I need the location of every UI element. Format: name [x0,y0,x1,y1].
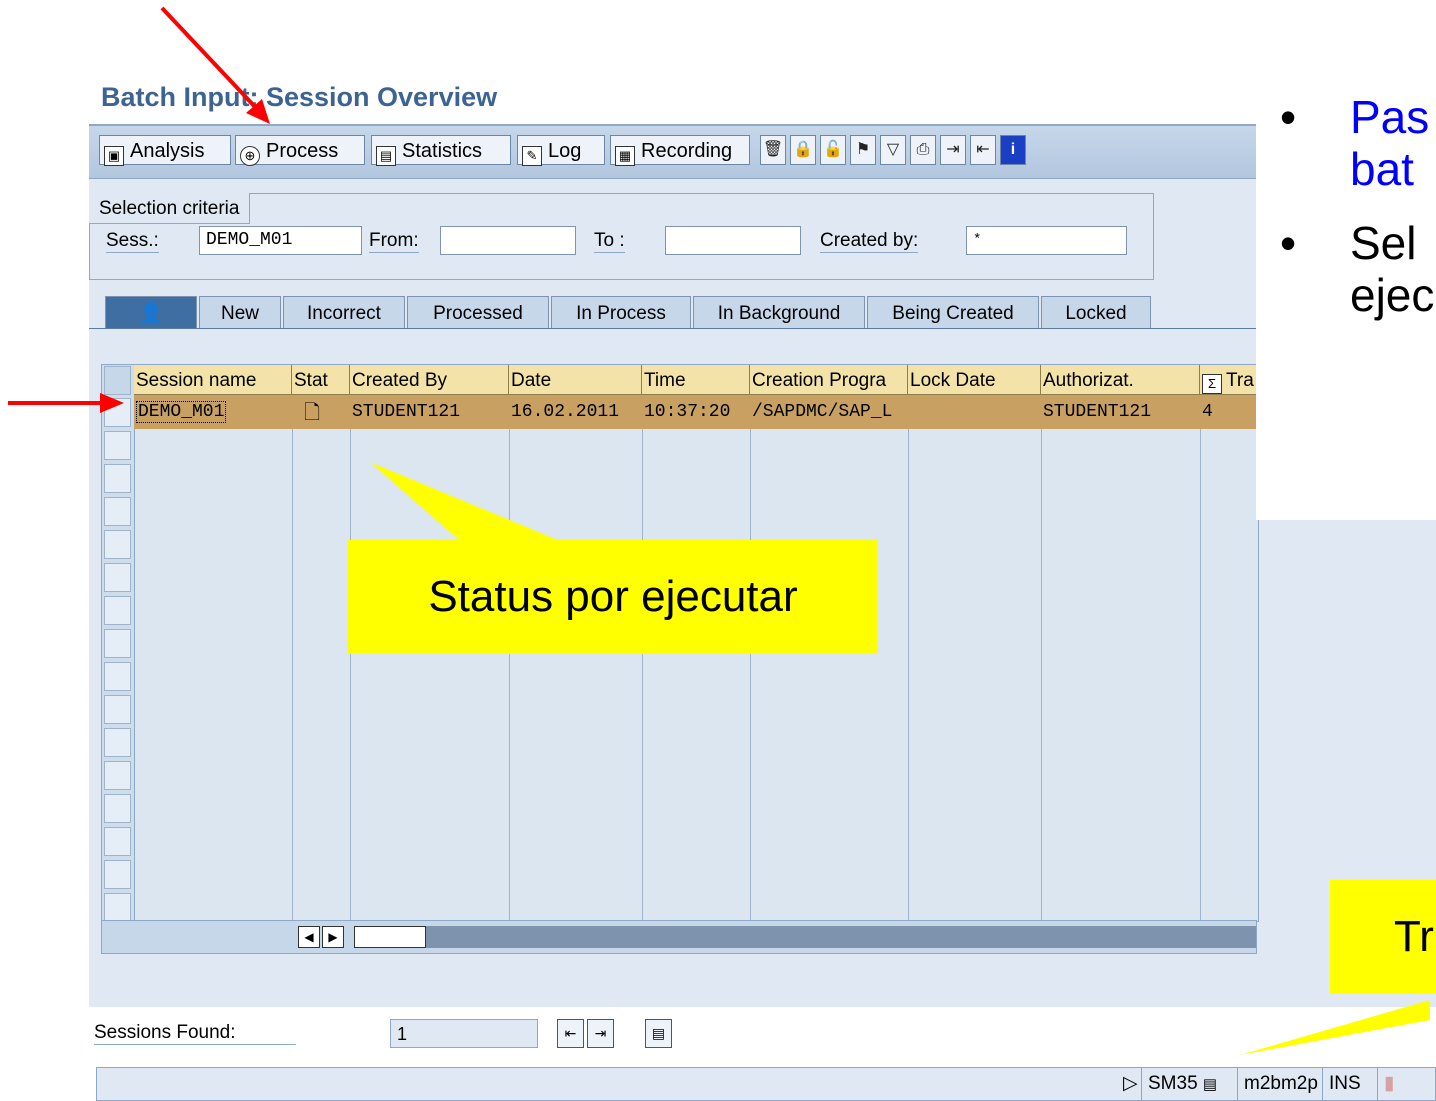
callout-status: Status por ejecutar [348,540,878,654]
callout-pointer-bottom [1240,1000,1430,1055]
callout-bottom: Tr [1330,880,1436,994]
arrow-head-icon [100,393,124,413]
arrow-to-process-icon [160,6,260,112]
callout-pointer [370,462,560,541]
